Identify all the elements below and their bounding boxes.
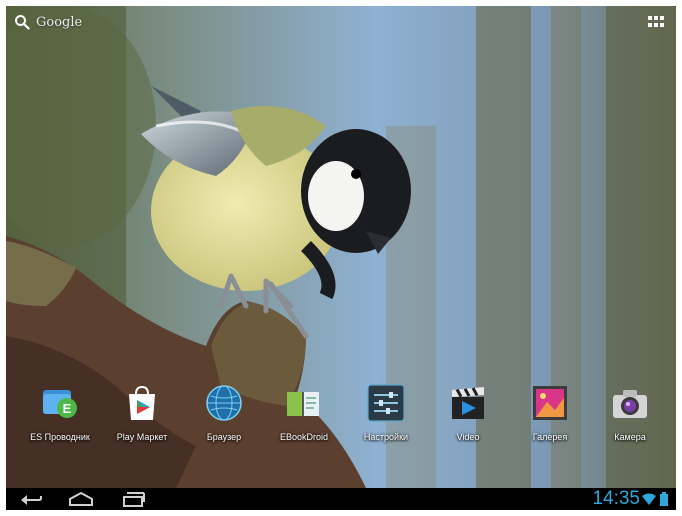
top-bar: Google: [6, 6, 676, 42]
app-label: ES Проводник: [30, 432, 90, 442]
app-label: Галерея: [532, 432, 568, 442]
app-label: Браузер: [206, 432, 242, 442]
gallery-icon: [533, 386, 567, 420]
back-icon[interactable]: [20, 491, 44, 507]
search-label: Google: [36, 14, 83, 30]
app-label: EBookDroid: [279, 432, 329, 442]
battery-icon: [660, 492, 668, 506]
play-store-icon: [129, 385, 155, 420]
recent-apps-icon[interactable]: [122, 491, 146, 507]
app-label: Play Маркет: [116, 432, 168, 442]
app-browser[interactable]: Браузер: [184, 384, 264, 442]
wifi-signal-icon: [642, 493, 656, 505]
app-label: Настройки: [363, 432, 409, 442]
system-navigation-bar: 14:35: [6, 488, 676, 510]
video-clapper-icon: [452, 387, 484, 419]
status-clock[interactable]: 14:35: [592, 488, 640, 510]
ebook-icon: [287, 392, 319, 416]
es-file-explorer-icon: E: [43, 390, 77, 418]
settings-sliders-icon: [367, 384, 405, 422]
search-icon: [15, 15, 30, 30]
app-video[interactable]: Video: [428, 384, 508, 442]
app-es-explorer[interactable]: E ES Проводник: [20, 384, 100, 442]
camera-icon: [613, 390, 647, 418]
app-settings[interactable]: Настройки: [346, 384, 426, 442]
app-play-market[interactable]: Play Маркет: [102, 384, 182, 442]
home-icon[interactable]: [68, 491, 94, 507]
tablet-screen: Google E ES Проводник Play Маркет Браузе…: [6, 6, 676, 510]
app-camera[interactable]: Камера: [590, 384, 670, 442]
app-gallery[interactable]: Галерея: [510, 384, 590, 442]
app-label: Камера: [614, 432, 646, 442]
browser-globe-icon: [206, 385, 242, 421]
app-label: Video: [456, 432, 480, 442]
svg-text:E: E: [63, 401, 72, 416]
all-apps-grid-icon[interactable]: [648, 16, 666, 30]
google-search-bar[interactable]: Google: [14, 14, 82, 30]
home-screen-app-row: E ES Проводник Play Маркет Браузер EBook…: [6, 384, 676, 454]
app-ebookdroid[interactable]: EBookDroid: [264, 384, 344, 442]
